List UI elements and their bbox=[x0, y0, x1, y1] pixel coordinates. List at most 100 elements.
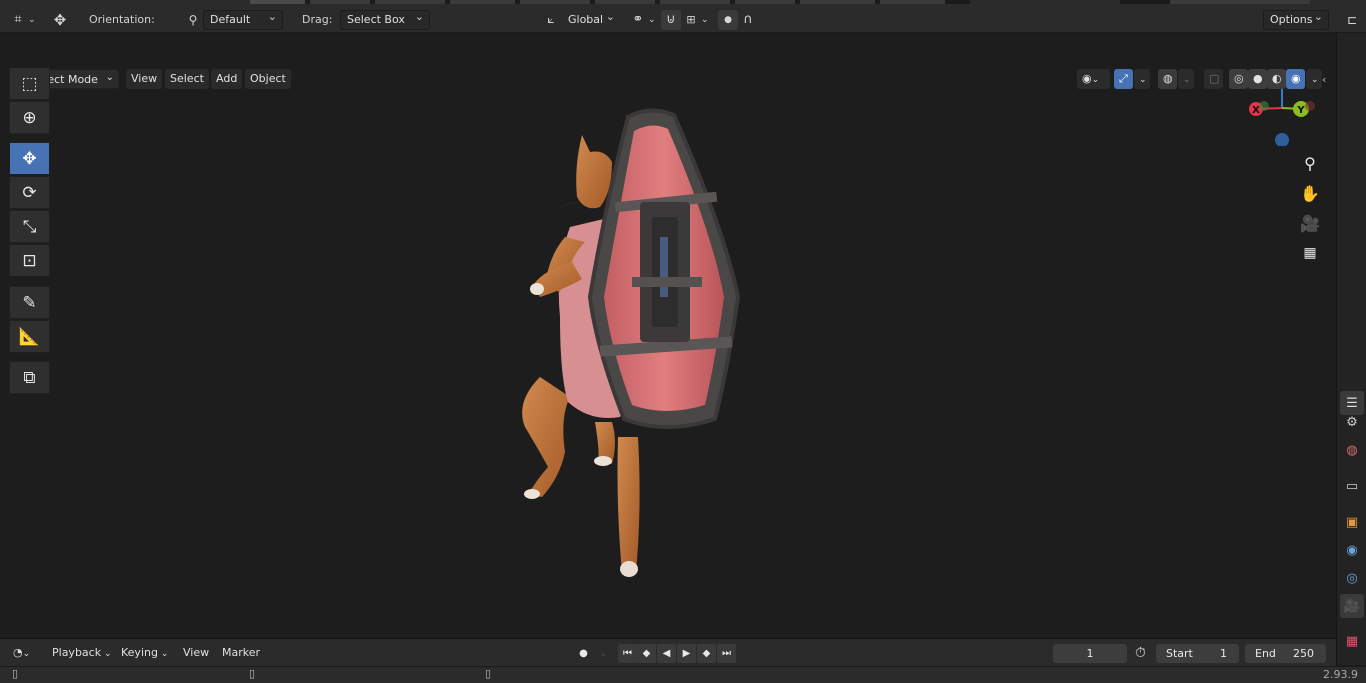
mouse-middle-icon: ▯ bbox=[249, 667, 256, 680]
play-button[interactable]: ▶ bbox=[677, 644, 696, 663]
shading-solid[interactable]: ● bbox=[1248, 69, 1267, 89]
shading-material[interactable]: ◐ bbox=[1267, 69, 1286, 89]
annotate-icon: ✎ bbox=[22, 292, 37, 313]
overlay-icon: ◍ bbox=[1163, 72, 1173, 85]
physics-icon: ◎ bbox=[1346, 570, 1358, 586]
visibility-dropdown[interactable]: ◉⌄ bbox=[1077, 69, 1110, 89]
zoom-icon[interactable]: ⚲ bbox=[1299, 152, 1321, 174]
shading-wireframe[interactable]: ◎ bbox=[1229, 69, 1248, 89]
overlay-dropdown[interactable]: ⌄ bbox=[1178, 69, 1194, 89]
stopwatch-icon[interactable]: ⏱ bbox=[1135, 645, 1146, 661]
overlay-toggle[interactable]: ◍ bbox=[1158, 69, 1177, 89]
prev-keyframe-icon: ◆ bbox=[642, 648, 651, 659]
camera-view-icon[interactable]: 🎥 bbox=[1299, 212, 1321, 234]
jump-end-icon: ⏭ bbox=[722, 648, 731, 659]
sidebar-toggle[interactable]: ⊏ bbox=[1342, 9, 1362, 30]
tool-annotate[interactable]: ✎ bbox=[9, 286, 50, 319]
options-dropdown[interactable]: Options bbox=[1263, 8, 1329, 30]
measure-icon: 📐 bbox=[18, 326, 41, 347]
timeline-editor-type[interactable]: ◔⌄ bbox=[8, 643, 40, 663]
xray-toggle[interactable]: ▢ bbox=[1204, 69, 1223, 89]
physics-properties-tab[interactable]: ◎ bbox=[1340, 566, 1364, 590]
collapse-panel-icon[interactable]: ‹ bbox=[1322, 73, 1326, 86]
drag-dropdown[interactable]: Select Box bbox=[340, 8, 430, 30]
outliner-icon: ⊏ bbox=[1346, 12, 1358, 27]
cat-tail bbox=[617, 437, 640, 572]
timeline-menu-keying[interactable]: Keying ⌄ bbox=[116, 643, 173, 663]
start-frame-field[interactable]: Start 1 bbox=[1156, 644, 1239, 663]
solid-sphere-icon: ● bbox=[1253, 72, 1263, 85]
start-value: 1 bbox=[1220, 647, 1227, 660]
tool-move[interactable]: ✥ bbox=[9, 142, 50, 175]
cursor-icon: ⊕ bbox=[22, 107, 37, 128]
gizmo-toggle[interactable]: ⤢ bbox=[1114, 69, 1133, 89]
jump-start-icon: ⏮ bbox=[623, 648, 632, 659]
snap-toggle[interactable]: ⊍ ⊞ ⌄ bbox=[661, 9, 709, 30]
current-frame-field[interactable]: 1 bbox=[1053, 644, 1127, 663]
modifier-properties-tab[interactable]: ◉ bbox=[1340, 538, 1364, 562]
checker-texture-icon: ▦ bbox=[1345, 633, 1359, 649]
pan-hand-icon[interactable]: ✋ bbox=[1299, 182, 1321, 204]
3d-viewport[interactable]: Z X Y ⚲ ✋ 🎥 ▦ ‹ ⟋ ⟋ ⟋ bbox=[0, 57, 1348, 638]
data-properties-tab[interactable]: 🎥 bbox=[1340, 594, 1364, 618]
tool-settings-icon: ☰ bbox=[1346, 395, 1358, 411]
shading-rendered[interactable]: ◉ bbox=[1286, 69, 1305, 89]
record-button[interactable]: ● bbox=[574, 644, 593, 663]
record-options[interactable]: ⌄ bbox=[594, 644, 613, 663]
version-label: 2.93.9 bbox=[1323, 668, 1358, 681]
play-reverse-button[interactable]: ◀ bbox=[657, 644, 676, 663]
timeline-menu-marker[interactable]: Marker bbox=[217, 643, 265, 663]
record-dot-icon: ● bbox=[579, 648, 588, 659]
end-frame-field[interactable]: End 250 bbox=[1245, 644, 1326, 663]
orientation-dropdown[interactable]: Default bbox=[203, 8, 283, 30]
cat-hind-leg bbox=[522, 377, 570, 497]
jump-end-button[interactable]: ⏭ bbox=[717, 644, 736, 663]
tool-rotate[interactable]: ⟳ bbox=[9, 176, 50, 209]
keying-label: Keying bbox=[121, 646, 158, 659]
transform-pivot-button[interactable]: ✥ bbox=[50, 9, 70, 30]
modifier-icon: ◉ bbox=[1346, 542, 1358, 558]
timeline-menu-playback[interactable]: Playback ⌄ bbox=[47, 643, 117, 663]
texture-properties-tab[interactable]: ▦ bbox=[1340, 629, 1364, 653]
collection-properties-tab[interactable]: ▭ bbox=[1340, 474, 1364, 498]
tool-cursor[interactable]: ⊕ bbox=[9, 101, 50, 134]
world-properties-tab[interactable]: ◍ bbox=[1340, 438, 1364, 462]
jump-start-button[interactable]: ⏮ bbox=[618, 644, 637, 663]
transform-orientation-icon: ⟀ bbox=[547, 12, 555, 26]
object-properties-tab[interactable]: ▣ bbox=[1340, 510, 1364, 534]
tool-select-box[interactable]: ⬚ bbox=[9, 67, 50, 100]
viewport-header: ▣ Object Mode⌄ View Select Add Object ◉⌄… bbox=[0, 33, 1336, 89]
pivot-point-dropdown[interactable]: ⚭ ⌄ bbox=[628, 9, 656, 30]
menu-select[interactable]: Select bbox=[165, 69, 209, 89]
render-properties-tab[interactable]: ⚙ bbox=[1340, 410, 1364, 434]
timeline-header: ◔⌄ Playback ⌄ Keying ⌄ View Marker ● ⌄ ⏮… bbox=[0, 638, 1336, 666]
gizmo-dropdown[interactable]: ⌄ bbox=[1134, 69, 1150, 89]
next-keyframe-button[interactable]: ◆ bbox=[697, 644, 716, 663]
move-arrows-icon: ✥ bbox=[53, 10, 67, 29]
proportional-edit-toggle[interactable]: ● ∩ bbox=[718, 9, 758, 30]
mouse-left-icon: ▯ bbox=[12, 667, 19, 680]
tool-transform[interactable]: ⊡ bbox=[9, 244, 50, 277]
rendered-sphere-icon: ◉ bbox=[1291, 72, 1301, 85]
ortho-grid-icon[interactable]: ▦ bbox=[1299, 242, 1321, 264]
menu-object[interactable]: Object bbox=[245, 69, 291, 89]
add-cube-icon: ⧉ bbox=[23, 367, 36, 388]
magnet-icon: ⊍ bbox=[661, 9, 681, 30]
next-keyframe-icon: ◆ bbox=[702, 648, 711, 659]
gizmo-icon: ⤢ bbox=[1119, 72, 1128, 85]
prev-keyframe-button[interactable]: ◆ bbox=[637, 644, 656, 663]
render-icon: ⚙ bbox=[1346, 414, 1358, 430]
menu-view[interactable]: View bbox=[126, 69, 163, 89]
move-icon: ✥ bbox=[22, 148, 37, 169]
transform-orientation-dropdown[interactable]: Global bbox=[561, 8, 621, 30]
menu-add[interactable]: Add bbox=[211, 69, 243, 89]
tool-add-cube[interactable]: ⧉ bbox=[9, 361, 50, 394]
play-icon: ▶ bbox=[682, 648, 691, 659]
tool-scale[interactable]: ⤡ bbox=[9, 210, 50, 243]
object-icon: ▣ bbox=[1345, 514, 1359, 530]
shading-dropdown[interactable]: ⌄ bbox=[1306, 69, 1322, 89]
tool-measure[interactable]: 📐 bbox=[9, 320, 50, 353]
timeline-menu-view[interactable]: View bbox=[178, 643, 214, 663]
end-value: 250 bbox=[1293, 647, 1314, 660]
editor-type-selector[interactable]: ⌗ ⌄ bbox=[8, 9, 35, 30]
